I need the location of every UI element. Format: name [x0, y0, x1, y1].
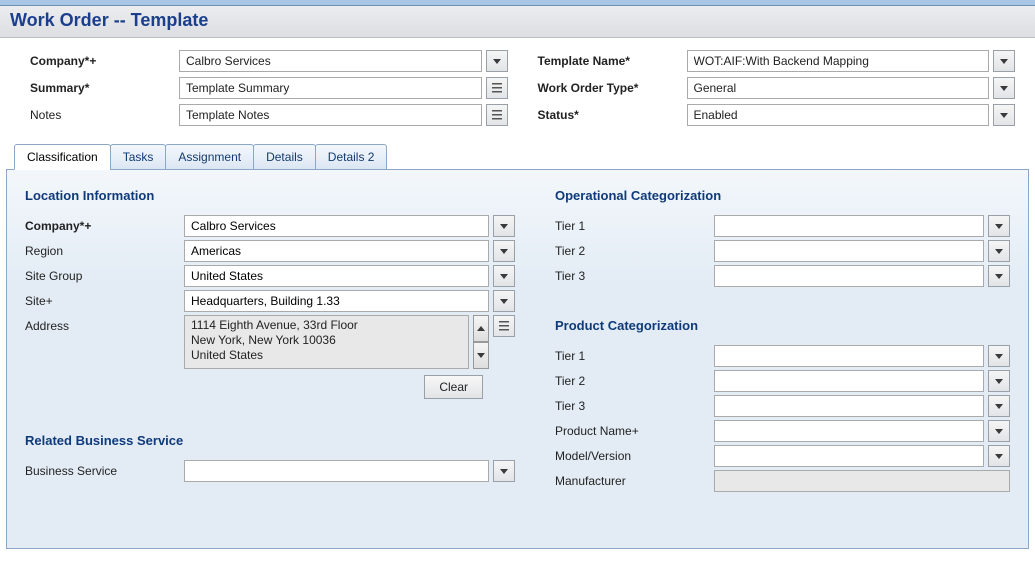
- template-name-input[interactable]: [687, 50, 990, 72]
- model-version-dropdown-button[interactable]: [988, 445, 1010, 467]
- model-version-input[interactable]: [714, 445, 984, 467]
- company-label: Company*+: [30, 54, 175, 68]
- address-label: Address: [25, 315, 180, 333]
- status-dropdown-button[interactable]: [993, 104, 1015, 126]
- status-label: Status*: [538, 108, 683, 122]
- prodcat-t2-label: Tier 2: [555, 370, 710, 388]
- address-line3: United States: [191, 348, 462, 363]
- opcat-t2-dropdown-button[interactable]: [988, 240, 1010, 262]
- region-label: Region: [25, 240, 180, 258]
- sitegroup-label: Site Group: [25, 265, 180, 283]
- loc-company-dropdown-button[interactable]: [493, 215, 515, 237]
- manufacturer-input: [714, 470, 1010, 492]
- scroll-down-icon[interactable]: [473, 342, 489, 369]
- prodcat-t1-label: Tier 1: [555, 345, 710, 363]
- sitegroup-dropdown-button[interactable]: [493, 265, 515, 287]
- notes-label: Notes: [30, 108, 175, 122]
- opcat-t3-label: Tier 3: [555, 265, 710, 283]
- model-version-label: Model/Version: [555, 445, 710, 463]
- summary-input[interactable]: [179, 77, 482, 99]
- sitegroup-input[interactable]: [184, 265, 489, 287]
- prodcat-t3-label: Tier 3: [555, 395, 710, 413]
- business-service-dropdown-button[interactable]: [493, 460, 515, 482]
- prodcat-t2-dropdown-button[interactable]: [988, 370, 1010, 392]
- prodcat-t1-input[interactable]: [714, 345, 984, 367]
- address-textarea[interactable]: 1114 Eighth Avenue, 33rd Floor New York,…: [184, 315, 469, 369]
- address-line2: New York, New York 10036: [191, 333, 462, 348]
- opcat-t2-input[interactable]: [714, 240, 984, 262]
- summary-label: Summary*: [30, 81, 175, 95]
- location-section-title: Location Information: [25, 188, 515, 203]
- opcat-t1-dropdown-button[interactable]: [988, 215, 1010, 237]
- wo-type-input[interactable]: [687, 77, 990, 99]
- opcat-t3-input[interactable]: [714, 265, 984, 287]
- header-form: Company*+ Summary* Notes Template Name* …: [0, 38, 1035, 144]
- loc-company-input[interactable]: [184, 215, 489, 237]
- summary-expand-button[interactable]: [486, 77, 508, 99]
- related-section-title: Related Business Service: [25, 433, 515, 448]
- address-scrollbar[interactable]: [473, 315, 489, 369]
- product-name-input[interactable]: [714, 420, 984, 442]
- opcat-section-title: Operational Categorization: [555, 188, 1010, 203]
- scroll-up-icon[interactable]: [473, 315, 489, 342]
- prodcat-t2-input[interactable]: [714, 370, 984, 392]
- tab-classification[interactable]: Classification: [14, 144, 111, 170]
- tab-details2[interactable]: Details 2: [315, 144, 388, 170]
- product-name-label: Product Name+: [555, 420, 710, 438]
- site-dropdown-button[interactable]: [493, 290, 515, 312]
- wo-type-label: Work Order Type*: [538, 81, 683, 95]
- business-service-label: Business Service: [25, 460, 180, 478]
- region-dropdown-button[interactable]: [493, 240, 515, 262]
- page-title: Work Order -- Template: [10, 10, 1025, 31]
- opcat-t1-input[interactable]: [714, 215, 984, 237]
- opcat-t3-dropdown-button[interactable]: [988, 265, 1010, 287]
- region-input[interactable]: [184, 240, 489, 262]
- business-service-input[interactable]: [184, 460, 489, 482]
- prodcat-t3-dropdown-button[interactable]: [988, 395, 1010, 417]
- prodcat-t1-dropdown-button[interactable]: [988, 345, 1010, 367]
- address-expand-button[interactable]: [493, 315, 515, 337]
- product-name-dropdown-button[interactable]: [988, 420, 1010, 442]
- loc-company-label: Company*+: [25, 215, 180, 233]
- notes-input[interactable]: [179, 104, 482, 126]
- opcat-t2-label: Tier 2: [555, 240, 710, 258]
- manufacturer-label: Manufacturer: [555, 470, 710, 488]
- company-dropdown-button[interactable]: [486, 50, 508, 72]
- tab-details[interactable]: Details: [253, 144, 316, 170]
- company-input[interactable]: [179, 50, 482, 72]
- wo-type-dropdown-button[interactable]: [993, 77, 1015, 99]
- notes-expand-button[interactable]: [486, 104, 508, 126]
- tab-tasks[interactable]: Tasks: [110, 144, 167, 170]
- status-input[interactable]: [687, 104, 990, 126]
- prodcat-section-title: Product Categorization: [555, 318, 1010, 333]
- title-bar: Work Order -- Template: [0, 6, 1035, 38]
- address-line1: 1114 Eighth Avenue, 33rd Floor: [191, 318, 462, 333]
- site-label: Site+: [25, 290, 180, 308]
- clear-button[interactable]: Clear: [424, 375, 483, 399]
- template-name-label: Template Name*: [538, 54, 683, 68]
- site-input[interactable]: [184, 290, 489, 312]
- template-name-dropdown-button[interactable]: [993, 50, 1015, 72]
- tabs: Classification Tasks Assignment Details …: [6, 144, 1029, 170]
- opcat-t1-label: Tier 1: [555, 215, 710, 233]
- prodcat-t3-input[interactable]: [714, 395, 984, 417]
- tab-assignment[interactable]: Assignment: [165, 144, 254, 170]
- tab-panel: Location Information Company*+ Region Si…: [6, 169, 1029, 549]
